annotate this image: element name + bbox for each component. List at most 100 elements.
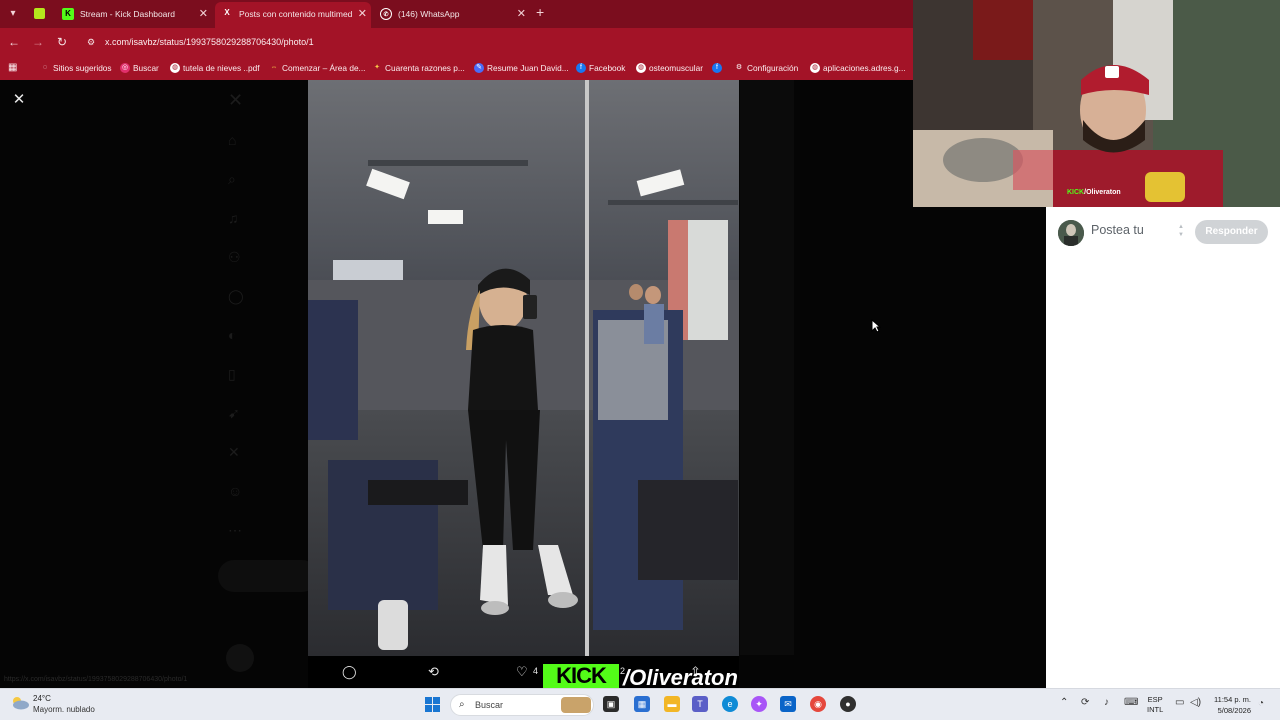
search-icon: ⌕ bbox=[459, 699, 465, 710]
reply-input[interactable]: Postea tu bbox=[1091, 223, 1144, 237]
like-count: 4 bbox=[533, 666, 539, 676]
network-icon[interactable]: ▭ bbox=[1175, 697, 1184, 708]
search-placeholder: Buscar bbox=[475, 700, 504, 710]
webcam-overlay: KICK/Oliveraton bbox=[913, 0, 1280, 207]
bookmark-tutela[interactable]: ◍ tutela de nieves ..pdf bbox=[170, 61, 260, 75]
keyboard-icon[interactable]: ⌨ bbox=[1124, 697, 1138, 708]
cloudy-weather-icon[interactable] bbox=[10, 696, 30, 710]
link-icon: ⇔ bbox=[270, 64, 278, 71]
taskbar-search-box[interactable]: ⌕ Buscar bbox=[450, 694, 594, 716]
bookmark-osteomuscular[interactable]: ◍ osteomuscular bbox=[636, 61, 703, 75]
bookmark-label: Configuración bbox=[747, 63, 799, 73]
bookmark-configuracion[interactable]: ⚙ Configuración bbox=[734, 61, 798, 75]
volume-icon[interactable]: ◁) bbox=[1190, 697, 1201, 708]
more-nav-icon: ⋯ bbox=[228, 522, 242, 538]
bookmark-label: osteomuscular bbox=[649, 63, 703, 73]
notifications-icon[interactable]: ◔ bbox=[1258, 698, 1264, 709]
bookmark-resume[interactable]: ✎ Resume Juan David... bbox=[474, 61, 569, 75]
bookmarks-nav-icon: ▯ bbox=[228, 366, 236, 382]
obs-icon[interactable]: ● bbox=[840, 696, 856, 712]
repost-icon[interactable]: ⟲ bbox=[428, 664, 439, 680]
new-tab-button[interactable]: + bbox=[536, 4, 544, 20]
post-button-backdrop bbox=[218, 560, 318, 592]
bookmark-label: Sitios sugeridos bbox=[53, 63, 112, 73]
windows-taskbar: 24°C Mayorm. nublado ⌕ Buscar ▣ ▦ ▬ T e … bbox=[0, 688, 1280, 720]
edge-icon[interactable]: e bbox=[722, 696, 738, 712]
apps-grid-icon[interactable]: ▦ bbox=[8, 62, 20, 74]
store-icon[interactable]: ▦ bbox=[634, 696, 650, 712]
bookmark-facebook-2[interactable]: f bbox=[712, 61, 725, 75]
tab-search-icon[interactable]: ▾ bbox=[4, 5, 22, 23]
task-view-icon[interactable]: ▣ bbox=[603, 696, 619, 712]
cam-kick-brand: KICK bbox=[1067, 189, 1085, 196]
weather-description[interactable]: Mayorm. nublado bbox=[33, 705, 95, 714]
screen: ▾ K Stream - Kick Dashboard ✕ X Posts co… bbox=[0, 0, 1280, 720]
tray-overflow-icon[interactable]: ⌃ bbox=[1060, 697, 1068, 708]
close-icon[interactable]: ✕ bbox=[199, 3, 208, 25]
close-icon[interactable]: ✕ bbox=[358, 2, 367, 26]
keyboard-layout: INTL bbox=[1147, 705, 1164, 714]
language-code: ESP bbox=[1147, 695, 1163, 704]
mouse-cursor-icon bbox=[871, 319, 881, 333]
url-text: x.com/isavbz/status/1993758029288706430/… bbox=[105, 37, 314, 47]
close-icon[interactable]: ✕ bbox=[8, 89, 30, 111]
bookmark-cuarenta[interactable]: ✦ Cuarenta razones p... bbox=[372, 61, 465, 75]
browser-window: ▾ K Stream - Kick Dashboard ✕ X Posts co… bbox=[0, 0, 913, 80]
chat-nav-icon: ◯ bbox=[228, 288, 244, 304]
weather-temperature[interactable]: 24°C bbox=[33, 694, 51, 703]
bookmark-comenzar[interactable]: ⇔ Comenzar – Área de... bbox=[269, 61, 366, 75]
instagram-icon: ◎ bbox=[120, 63, 130, 73]
post-photo[interactable] bbox=[308, 80, 739, 656]
bookmark-facebook[interactable]: f Facebook bbox=[576, 61, 625, 75]
reload-icon[interactable]: ↻ bbox=[54, 34, 70, 50]
grok-nav-icon: ◐ bbox=[228, 327, 237, 343]
status-link-preview: https://x.com/isavbz/status/199375802928… bbox=[4, 676, 188, 683]
sync-icon[interactable]: ⟳ bbox=[1081, 697, 1089, 708]
scroll-arrows-icon[interactable]: ▲ ▼ bbox=[1178, 223, 1184, 239]
profile-nav-icon: ☺ bbox=[228, 483, 243, 499]
reply-button[interactable]: Responder bbox=[1195, 220, 1268, 244]
clock-time: 11:54 p. m. bbox=[1214, 695, 1251, 704]
follow-nav-icon: ⚇ bbox=[228, 249, 241, 265]
like-icon[interactable]: ♡ bbox=[516, 664, 528, 680]
close-icon[interactable]: ✕ bbox=[517, 3, 526, 25]
kick-icon: K bbox=[62, 8, 74, 20]
reply-icon[interactable]: ◯ bbox=[342, 664, 357, 680]
start-button[interactable] bbox=[425, 697, 441, 713]
bookmark-sitios-sugeridos[interactable]: ◌ Sitios sugeridos bbox=[40, 61, 112, 75]
tab-whatsapp[interactable]: ✆ (146) WhatsApp ✕ bbox=[374, 3, 530, 25]
premium-nav-icon: ✕ bbox=[228, 444, 240, 460]
chrome-icon[interactable]: ◉ bbox=[810, 696, 826, 712]
explore-nav-icon: ⌕ bbox=[228, 171, 236, 187]
address-bar[interactable]: ⚙ x.com/isavbz/status/199375802928870643… bbox=[80, 32, 910, 52]
forward-icon[interactable]: → bbox=[30, 34, 46, 50]
site-info-icon[interactable]: ⚙ bbox=[87, 32, 95, 52]
tab-x-post[interactable]: X Posts con contenido multimed ✕ bbox=[215, 2, 371, 28]
tab-title: Stream - Kick Dashboard bbox=[80, 9, 175, 19]
document-icon: ✎ bbox=[474, 63, 484, 73]
copilot-icon[interactable]: ✦ bbox=[751, 696, 767, 712]
bookmark-buscar[interactable]: ◎ Buscar bbox=[120, 61, 159, 75]
taskbar-clock[interactable]: 11:54 p. m. 5/08/2026 bbox=[1205, 694, 1251, 716]
kick-logo: KICK bbox=[543, 664, 619, 688]
globe-icon: ◍ bbox=[810, 63, 820, 73]
outlook-icon[interactable]: ✉ bbox=[780, 696, 796, 712]
globe-icon: ◍ bbox=[636, 63, 646, 73]
avatar-image bbox=[1058, 220, 1084, 246]
file-explorer-icon[interactable]: ▬ bbox=[664, 696, 680, 712]
bookmark-star-icon: ✦ bbox=[374, 64, 380, 71]
facebook-icon: f bbox=[712, 63, 722, 73]
tab-favicon-extension[interactable] bbox=[34, 8, 45, 19]
gym-mirror-selfie-image bbox=[308, 80, 739, 656]
language-indicator[interactable]: ESP INTL bbox=[1147, 695, 1163, 715]
right-shadow bbox=[740, 80, 794, 655]
bookmark-adres[interactable]: ◍ aplicaciones.adres.g... bbox=[810, 61, 906, 75]
microphone-icon[interactable]: ♪ bbox=[1104, 697, 1109, 708]
teams-icon[interactable]: T bbox=[692, 696, 708, 712]
whatsapp-icon: ✆ bbox=[380, 8, 392, 20]
bookmark-label: Facebook bbox=[589, 63, 626, 73]
back-icon[interactable]: ← bbox=[6, 34, 22, 50]
tab-kick-dashboard[interactable]: K Stream - Kick Dashboard ✕ bbox=[56, 3, 212, 25]
tab-title: Posts con contenido multimed bbox=[239, 9, 353, 19]
bookmark-label: tutela de nieves ..pdf bbox=[183, 63, 260, 73]
